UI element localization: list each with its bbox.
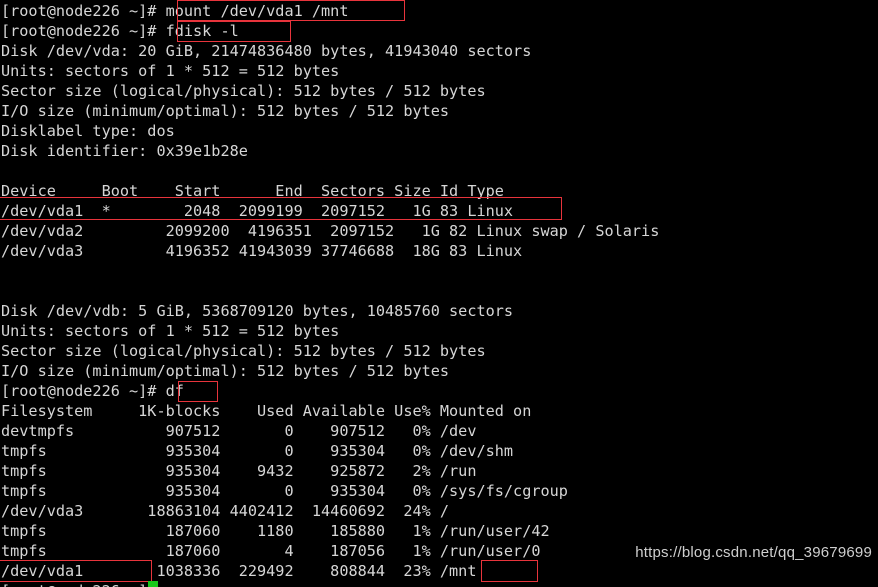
terminal-line-text: Device Boot Start End Sectors Size Id Ty… (1, 182, 504, 200)
terminal-prompt-text: [root@node226 ~]# (1, 581, 878, 587)
terminal-line-text: tmpfs 935304 0 935304 0% /dev/shm (1, 442, 514, 460)
terminal-line: [root@node226 ~]# mount /dev/vda1 /mnt (0, 1, 878, 21)
terminal-line-text: I/O size (minimum/optimal): 512 bytes / … (1, 102, 450, 120)
terminal-line-text: Units: sectors of 1 * 512 = 512 bytes (1, 322, 340, 340)
terminal-line-text: Sector size (logical/physical): 512 byte… (1, 342, 486, 360)
terminal-screen-output: [root@node226 ~]# mount /dev/vda1 /mnt [… (0, 1, 878, 587)
terminal-line: Disk /dev/vda: 20 GiB, 21474836480 bytes… (0, 41, 878, 61)
terminal-line-partition-vda1: /dev/vda1 * 2048 2099199 2097152 1G 83 L… (0, 201, 878, 221)
terminal-line: Units: sectors of 1 * 512 = 512 bytes (0, 321, 878, 341)
terminal-line-partition-vda2: /dev/vda2 2099200 4196351 2097152 1G 82 … (0, 221, 878, 241)
terminal-line-text: Disk identifier: 0x39e1b28e (1, 142, 248, 160)
terminal-line-text: Units: sectors of 1 * 512 = 512 bytes (1, 62, 340, 80)
terminal-line-text: /dev/vda3 4196352 41943039 37746688 18G … (1, 242, 523, 260)
terminal-line-df-row: tmpfs 187060 1180 185880 1% /run/user/42 (0, 521, 878, 541)
terminal-line-text: Filesystem 1K-blocks Used Available Use%… (1, 402, 532, 420)
terminal-line-text: Disk /dev/vdb: 5 GiB, 5368709120 bytes, … (1, 302, 514, 320)
terminal-line-df-row: tmpfs 935304 9432 925872 2% /run (0, 461, 878, 481)
terminal-line-text: /dev/vda2 2099200 4196351 2097152 1G 82 … (1, 222, 660, 240)
terminal-line: I/O size (minimum/optimal): 512 bytes / … (0, 101, 878, 121)
terminal-line-df-prompt: [root@node226 ~]# df (0, 381, 878, 401)
terminal-line-df-header: Filesystem 1K-blocks Used Available Use%… (0, 401, 878, 421)
terminal-line: Disk identifier: 0x39e1b28e (0, 141, 878, 161)
terminal-line-partition-vda3: /dev/vda3 4196352 41943039 37746688 18G … (0, 241, 878, 261)
terminal-line-df-row: tmpfs 935304 0 935304 0% /dev/shm (0, 441, 878, 461)
terminal-line-df-row: /dev/vda3 18863104 4402412 14460692 24% … (0, 501, 878, 521)
terminal-line-text: Disklabel type: dos (1, 122, 175, 140)
terminal-line-active-prompt[interactable]: [root@node226 ~]# (0, 581, 878, 587)
terminal-line-df-row-vda1: /dev/vda1 1038336 229492 808844 23% /mnt (0, 561, 878, 581)
terminal-line-text: Sector size (logical/physical): 512 byte… (1, 82, 486, 100)
terminal-line-text: /dev/vda1 1038336 229492 808844 23% /mnt (1, 562, 477, 580)
terminal-line-df-row: devtmpfs 907512 0 907512 0% /dev (0, 421, 878, 441)
terminal-line: Sector size (logical/physical): 512 byte… (0, 81, 878, 101)
terminal-window[interactable]: [root@node226 ~]# mount /dev/vda1 /mnt [… (0, 0, 878, 587)
terminal-line-text: [root@node226 ~]# fdisk -l (1, 22, 239, 40)
terminal-line: Units: sectors of 1 * 512 = 512 bytes (0, 61, 878, 81)
terminal-line-partition-header: Device Boot Start End Sectors Size Id Ty… (0, 181, 878, 201)
terminal-line: Disk /dev/vdb: 5 GiB, 5368709120 bytes, … (0, 301, 878, 321)
watermark-text: https://blog.csdn.net/qq_39679699 (635, 544, 872, 561)
terminal-line: [root@node226 ~]# fdisk -l (0, 21, 878, 41)
terminal-line-text: tmpfs 935304 9432 925872 2% /run (1, 462, 477, 480)
terminal-cursor (148, 581, 158, 587)
terminal-line-text: tmpfs 187060 1180 185880 1% /run/user/42 (1, 522, 550, 540)
terminal-line-text: /dev/vda3 18863104 4402412 14460692 24% … (1, 502, 450, 520)
terminal-line-df-row: tmpfs 935304 0 935304 0% /sys/fs/cgroup (0, 481, 878, 501)
terminal-line-text: [root@node226 ~]# df (1, 382, 184, 400)
terminal-line-text: tmpfs 935304 0 935304 0% /sys/fs/cgroup (1, 482, 568, 500)
terminal-line: Sector size (logical/physical): 512 byte… (0, 341, 878, 361)
terminal-line: I/O size (minimum/optimal): 512 bytes / … (0, 361, 878, 381)
terminal-line-text: devtmpfs 907512 0 907512 0% /dev (1, 422, 477, 440)
terminal-line-text: /dev/vda1 * 2048 2099199 2097152 1G 83 L… (1, 202, 514, 220)
terminal-line: Disklabel type: dos (0, 121, 878, 141)
terminal-line-text: Disk /dev/vda: 20 GiB, 21474836480 bytes… (1, 42, 532, 60)
terminal-line-text: [root@node226 ~]# mount /dev/vda1 /mnt (1, 2, 349, 20)
terminal-line-text: I/O size (minimum/optimal): 512 bytes / … (1, 362, 450, 380)
